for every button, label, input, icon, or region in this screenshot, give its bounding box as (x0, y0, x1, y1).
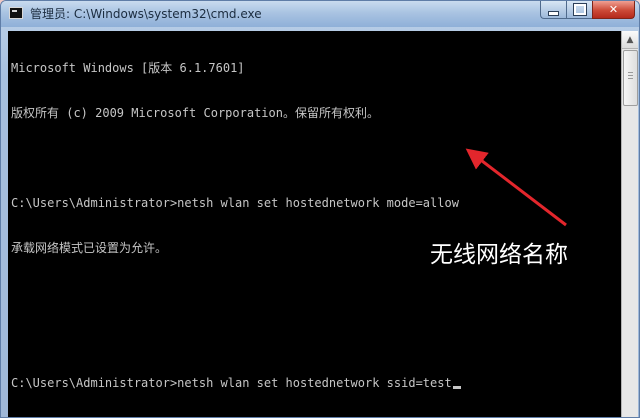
console-output: Microsoft Windows [版本 6.1.7601] 版权所有 (c)… (11, 31, 461, 417)
title-bar[interactable]: 管理员: C:\Windows\system32\cmd.exe ✕ (1, 1, 639, 27)
close-button[interactable]: ✕ (592, 1, 635, 19)
maximize-button[interactable] (566, 1, 592, 19)
console-command: C:\Users\Administrator>netsh wlan set ho… (11, 376, 452, 390)
annotation-label: 无线网络名称 (430, 242, 568, 268)
console-area[interactable]: Microsoft Windows [版本 6.1.7601] 版权所有 (c)… (8, 31, 621, 417)
console-line: Microsoft Windows [版本 6.1.7601] (11, 61, 245, 75)
desktop: 管理员: C:\Windows\system32\cmd.exe ✕ Micro… (0, 0, 640, 418)
cmd-window: 管理员: C:\Windows\system32\cmd.exe ✕ Micro… (0, 0, 640, 418)
console-line: 版权所有 (c) 2009 Microsoft Corporation。保留所有… (11, 106, 379, 120)
scroll-grip-icon (628, 72, 633, 73)
minimize-icon (548, 10, 559, 16)
maximize-icon (572, 3, 587, 16)
vertical-scrollbar[interactable]: ▲ (621, 31, 638, 417)
window-title: 管理员: C:\Windows\system32\cmd.exe (30, 7, 262, 21)
console-line: 承载网络模式已设置为允许。 (11, 241, 168, 255)
close-icon: ✕ (608, 3, 619, 16)
console-line: C:\Users\Administrator>netsh wlan set ho… (11, 196, 459, 210)
window-controls: ✕ (540, 1, 635, 19)
up-arrow-icon: ▲ (626, 34, 634, 45)
cmd-window-icon (9, 7, 23, 19)
scroll-thumb[interactable] (623, 50, 638, 106)
cursor (452, 386, 461, 389)
scroll-up-button[interactable]: ▲ (622, 31, 638, 49)
console-input-line: C:\Users\Administrator>netsh wlan set ho… (11, 376, 461, 391)
minimize-button[interactable] (540, 1, 566, 19)
